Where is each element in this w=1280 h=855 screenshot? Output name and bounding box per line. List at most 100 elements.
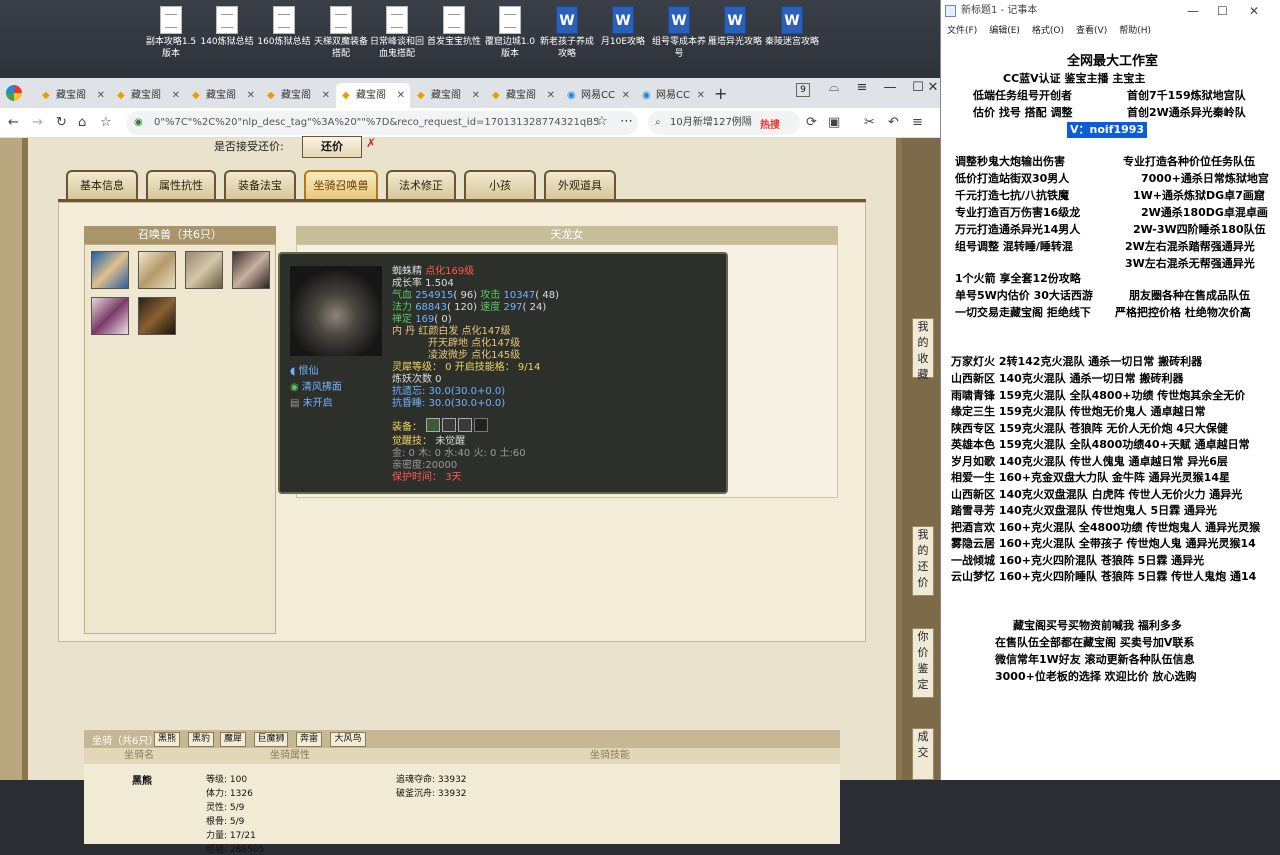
menu-view[interactable]: 查看(V) [1076,26,1107,36]
equip-slot-icon[interactable] [442,418,456,432]
mount-tab[interactable]: 黑豹 [188,732,214,747]
tab-close-icon[interactable]: ✕ [322,83,330,108]
mount-tab[interactable]: 奔雷 [296,732,322,747]
search-text: 10月新增127例隔 [670,117,752,128]
sync-icon[interactable]: ⟳ [806,115,817,130]
forward-icon[interactable]: → [32,115,43,130]
tab-appearance[interactable]: 外观道具 [544,170,616,200]
mount-tab[interactable]: 魔犀 [220,732,246,747]
browser-tab[interactable]: ◆ 藏宝阁 ✕ [486,83,560,108]
desktop-file-icon[interactable]: 首发宝宝抗性 [425,6,483,48]
url-input[interactable]: ◉ 0"%7C"%2C%20"nlp_desc_tag"%3A%20""%7D&r… [126,111,638,135]
pet-avatar[interactable] [91,297,129,335]
word-doc-icon: W [612,6,634,34]
tab-close-icon[interactable]: ✕ [622,83,630,108]
pet-avatar-tianlongnv[interactable] [91,251,129,289]
desktop-file-icon[interactable]: 天梯双魔装备搭配 [312,6,370,60]
reload-icon[interactable]: ↻ [56,115,67,130]
undo-icon[interactable]: ↶ [888,115,899,130]
tab-attributes[interactable]: 属性抗性 [146,170,216,200]
mount-tab[interactable]: 大风鸟 [330,732,366,747]
desktop-file-icon[interactable]: W 月10E攻略 [594,6,652,48]
equip-slot-empty-icon[interactable] [474,418,488,432]
bookmark-star-icon[interactable]: ☆ [596,114,608,129]
cut-icon[interactable]: ✂ [864,115,875,130]
desktop-file-icon[interactable]: W 秦陵迷宫攻略 [763,6,821,48]
protect-label: 保护时间： [392,472,442,483]
sidebar-appraisal[interactable]: 你价鉴定 [912,628,934,698]
close-x-icon[interactable]: ✗ [366,136,376,150]
minimize-icon[interactable]: — [876,80,904,95]
bargain-button[interactable]: 还价 [302,136,362,158]
browser-tab-active[interactable]: ◆ 藏宝阁 ✕ [336,83,410,108]
browser-tab[interactable]: ◉ 网易CC ✕ [561,83,635,108]
mount-tab[interactable]: 巨魔狮 [254,732,288,747]
tab-child[interactable]: 小孩 [464,170,536,200]
maximize-icon[interactable]: ☐ [1217,0,1228,22]
tab-spell-modify[interactable]: 法术修正 [386,170,456,200]
menu-format[interactable]: 格式(O) [1032,26,1064,36]
extension-icon[interactable]: ▣ [828,115,840,130]
tab-basic-info[interactable]: 基本信息 [66,170,138,200]
resist-forget-label: 抗遗忘: [392,386,426,397]
desktop-file-icon[interactable]: 日常峰谈和回血鬼搭配 [368,6,426,60]
sidebar-my-collection[interactable]: 我的收藏 [912,318,934,381]
browser-tab[interactable]: ◆ 藏宝阁 ✕ [111,83,185,108]
browser-tab[interactable]: ◆ 藏宝阁 ✕ [36,83,110,108]
equip-slot-icon[interactable] [426,418,440,432]
text-line: 山西新区 140克火混队 通杀一切日常 搬砖利器 [951,372,1184,385]
menu-icon[interactable]: ≡ [848,80,876,95]
tab-close-icon[interactable]: ✕ [697,83,705,108]
sidebar-my-bargain[interactable]: 我的还价 [912,526,934,596]
close-window-icon[interactable]: ✕ [926,80,940,95]
text-line: CC蓝V认证 鉴宝主播 主宝主 [1003,72,1146,85]
hot-search-label[interactable]: 热搜 [760,116,780,131]
browser-logo-icon[interactable] [6,85,22,101]
sidebar-deals[interactable]: 成交 [912,728,934,780]
desktop-file-icon[interactable]: 副本攻略1.5版本 [142,6,200,60]
hp-label: 气血 [392,290,412,301]
shirt-icon[interactable]: ⌓ [820,80,848,95]
tab-count-badge[interactable]: 9 [796,83,810,97]
text-file-icon [216,6,238,34]
mount-stat: 根骨: 5/9 [206,817,245,827]
tab-equipment[interactable]: 装备法宝 [224,170,296,200]
cc-favicon-icon: ◉ [567,90,576,101]
desktop-file-icon[interactable]: 160炼狱总结 [255,6,313,48]
desktop-file-icon[interactable]: 140炼狱总结 [198,6,256,48]
browser-tab[interactable]: ◆ 藏宝阁 ✕ [261,83,335,108]
menu-file[interactable]: 文件(F) [947,26,977,36]
tab-close-icon[interactable]: ✕ [472,83,480,108]
desktop-file-icon[interactable]: 覆窟边城1.0版本 [481,6,539,60]
equip-slot-icon[interactable] [458,418,472,432]
bookmark-star-list-icon[interactable]: ☆ [100,115,112,130]
tab-close-icon[interactable]: ✕ [547,83,555,108]
menu-lines-icon[interactable]: ≡ [912,115,923,130]
awaken-value: 未觉醒 [435,436,466,447]
home-icon[interactable]: ⌂ [78,115,86,130]
mount-tab[interactable]: 黑熊 [154,732,180,747]
pet-avatar[interactable] [138,251,176,289]
tab-close-icon[interactable]: ✕ [172,83,180,108]
pet-avatar-spider[interactable] [138,297,176,335]
desktop-file-icon[interactable]: W 组号零成本养号 [650,6,708,60]
tab-mount-pets[interactable]: 坐骑召唤兽 [304,170,378,200]
browser-tab[interactable]: ◉ 网易CC ✕ [636,83,710,108]
tab-close-icon[interactable]: ✕ [97,83,105,108]
minimize-icon[interactable]: — [1187,0,1199,22]
pet-avatar[interactable] [232,251,270,289]
desktop-file-icon[interactable]: W 新老孩子养成攻略 [538,6,596,60]
new-tab-icon[interactable]: + [714,84,727,103]
close-window-icon[interactable]: ✕ [1249,0,1259,22]
menu-help[interactable]: 帮助(H) [1119,26,1151,36]
tab-close-icon[interactable]: ✕ [247,83,255,108]
browser-tab[interactable]: ◆ 藏宝阁 ✕ [411,83,485,108]
more-icon[interactable]: ⋯ [620,114,633,129]
browser-tab[interactable]: ◆ 藏宝阁 ✕ [186,83,260,108]
back-icon[interactable]: ← [8,115,19,130]
tab-close-icon[interactable]: ✕ [397,83,405,108]
pet-avatar[interactable] [185,251,223,289]
menu-edit[interactable]: 编辑(E) [989,26,1020,36]
desktop-file-icon[interactable]: W 雁塔异光攻略 [706,6,764,48]
notepad-text-area[interactable]: 全网最大工作室 CC蓝V认证 鉴宝主播 主宝主 低端任务组号开创者 首创7千15… [941,40,1280,780]
